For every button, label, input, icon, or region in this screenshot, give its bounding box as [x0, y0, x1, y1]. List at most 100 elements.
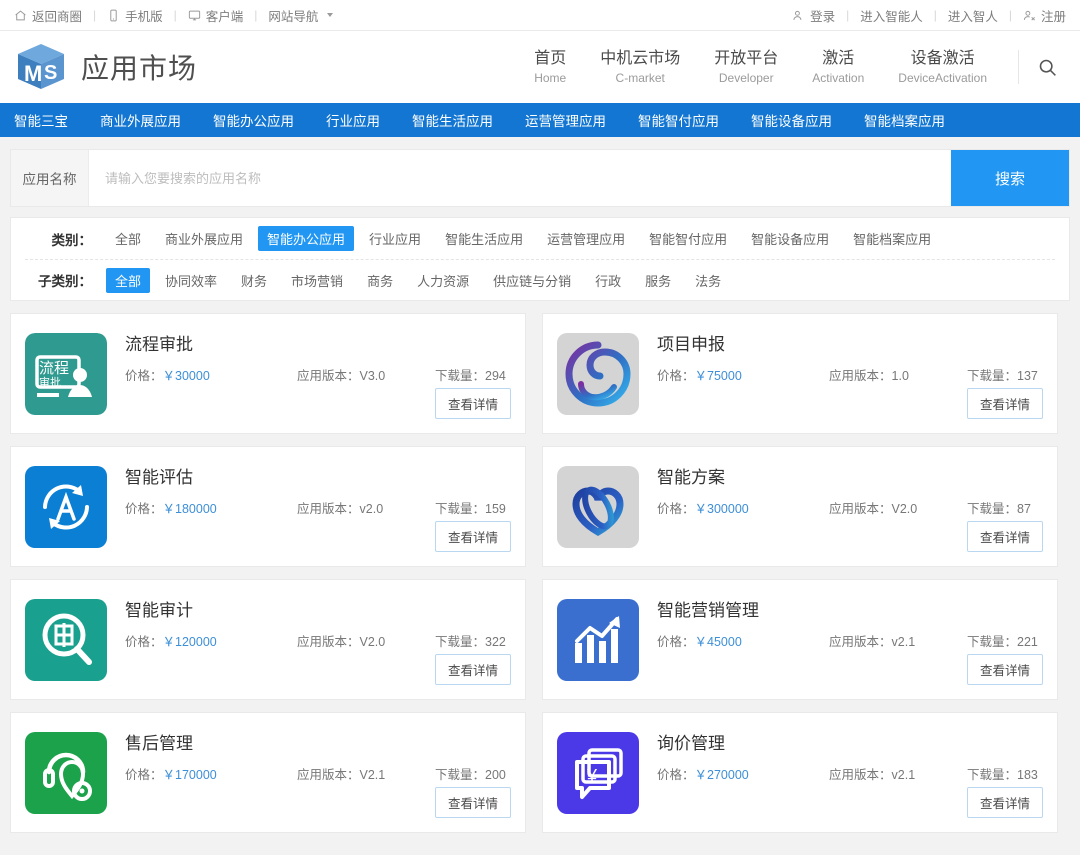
filter-opt-category-8[interactable]: 智能档案应用 — [844, 226, 940, 251]
enter-smart-person-link[interactable]: 进入智能人 — [860, 6, 923, 25]
filter-opt-subcategory-4[interactable]: 商务 — [358, 268, 402, 293]
filter-opt-category-5[interactable]: 运营管理应用 — [538, 226, 634, 251]
view-detail-button[interactable]: 查看详情 — [434, 521, 511, 552]
nav-item-c-market[interactable]: 中机云市场 C-market — [583, 48, 697, 87]
view-detail-button[interactable]: 查看详情 — [434, 654, 511, 685]
app-name: 售后管理 — [125, 734, 193, 753]
nav-label-en: Home — [534, 70, 567, 85]
catbar-item-7[interactable]: 智能设备应用 — [735, 110, 848, 130]
topbar-item-mobile[interactable]: 手机版 — [107, 6, 163, 25]
topbar-item-client[interactable]: 客户端 — [188, 6, 243, 25]
app-card[interactable]: 智能审计 价格：￥120000 应用版本：V2.0 下载量：322 查看详情 — [10, 579, 526, 700]
filter-opt-subcategory-2[interactable]: 财务 — [232, 268, 276, 293]
catbar-item-1[interactable]: 商业外展应用 — [84, 110, 197, 130]
view-detail-button[interactable]: 查看详情 — [966, 388, 1043, 419]
login-link[interactable]: 登录 — [792, 6, 835, 25]
search-field-label: 应用名称 — [11, 150, 89, 206]
app-card[interactable]: 智能评估 价格：￥180000 应用版本：v2.0 下载量：159 查看详情 — [10, 446, 526, 567]
price-label: 价格： — [125, 635, 163, 649]
nav-item-home[interactable]: 首页 Home — [517, 48, 583, 87]
app-card[interactable]: 智能方案 价格：￥300000 应用版本：V2.0 下载量：87 查看详情 — [542, 446, 1058, 567]
catbar-item-2[interactable]: 智能办公应用 — [197, 110, 310, 130]
app-card[interactable]: 智能营销管理 价格：￥45000 应用版本：v2.1 下载量：221 查看详情 — [542, 579, 1058, 700]
filter-opt-category-3[interactable]: 行业应用 — [360, 226, 430, 251]
filter-opt-subcategory-8[interactable]: 服务 — [636, 268, 680, 293]
search-input[interactable] — [89, 150, 951, 206]
catbar-item-5[interactable]: 运营管理应用 — [509, 110, 622, 130]
nav-label-cn: 中机云市场 — [600, 49, 681, 67]
topbar-item-return-business[interactable]: 返回商圈 — [14, 6, 82, 25]
topbar-item-label: 手机版 — [125, 9, 163, 24]
catbar-item-8[interactable]: 智能档案应用 — [848, 110, 961, 130]
filter-opt-category-6[interactable]: 智能智付应用 — [640, 226, 736, 251]
mobile-icon — [107, 9, 120, 22]
filter-opt-subcategory-5[interactable]: 人力资源 — [408, 268, 478, 293]
filter-options-category: 全部 商业外展应用 智能办公应用 行业应用 智能生活应用 运营管理应用 智能智付… — [103, 224, 943, 253]
top-utility-bar: 返回商圈 | 手机版 | 客户端 | 网站导航 登录 | 进入智能人 | 进入智… — [0, 0, 1080, 31]
price-value: 270000 — [707, 768, 749, 782]
app-price: 价格：￥180000 — [125, 498, 297, 517]
search-icon[interactable] — [1023, 57, 1066, 78]
nav-item-developer[interactable]: 开放平台 Developer — [697, 48, 795, 87]
topbar-item-label: 网站导航 — [268, 9, 319, 24]
app-name: 流程审批 — [125, 335, 193, 354]
version-label: 应用版本： — [829, 635, 892, 649]
price-value: 120000 — [175, 635, 217, 649]
filter-opt-subcategory-0[interactable]: 全部 — [106, 267, 151, 293]
currency-symbol: ￥ — [162, 768, 176, 782]
view-detail-button[interactable]: 查看详情 — [966, 521, 1043, 552]
nav-item-activation[interactable]: 激活 Activation — [795, 48, 881, 87]
app-card[interactable]: ¥ 询价管理 价格：￥270000 应用版本：v2.1 下载量：183 查看详情 — [542, 712, 1058, 833]
filter-opt-category-4[interactable]: 智能生活应用 — [436, 226, 532, 251]
catbar-item-3[interactable]: 行业应用 — [310, 110, 396, 130]
topbar-item-site-nav[interactable]: 网站导航 — [268, 6, 334, 25]
nav-label-en: Activation — [812, 70, 865, 85]
price-label: 价格： — [657, 502, 695, 516]
search-button[interactable]: 搜索 — [951, 150, 1069, 206]
nav-item-device-activation[interactable]: 设备激活 DeviceActivation — [881, 48, 1004, 87]
app-downloads: 下载量：200 — [435, 764, 506, 783]
app-version: 应用版本：v2.0 — [297, 498, 435, 517]
app-card[interactable]: 售后管理 价格：￥170000 应用版本：V2.1 下载量：200 查看详情 — [10, 712, 526, 833]
app-card[interactable]: 项目申报 价格：￥75000 应用版本：1.0 下载量：137 查看详情 — [542, 313, 1058, 434]
catbar-item-4[interactable]: 智能生活应用 — [396, 110, 509, 130]
app-name: 智能方案 — [657, 468, 725, 487]
topbar-separator: | — [173, 8, 177, 22]
version-value: V2.0 — [359, 635, 386, 649]
enter-zhiren-link[interactable]: 进入智人 — [948, 6, 998, 25]
process-approval-icon: 流程 审批 — [25, 333, 107, 415]
view-detail-button[interactable]: 查看详情 — [434, 787, 511, 818]
filter-opt-subcategory-3[interactable]: 市场营销 — [282, 268, 352, 293]
filter-opt-category-2[interactable]: 智能办公应用 — [258, 226, 355, 251]
price-value: 45000 — [707, 635, 742, 649]
app-version: 应用版本：1.0 — [829, 365, 967, 384]
svg-text:S: S — [44, 62, 57, 84]
price-label: 价格： — [657, 369, 695, 383]
app-meta: 价格：￥180000 应用版本：v2.0 下载量：159 — [125, 498, 511, 517]
filter-opt-subcategory-1[interactable]: 协同效率 — [156, 268, 226, 293]
currency-symbol: ￥ — [162, 502, 176, 516]
filter-opt-subcategory-9[interactable]: 法务 — [686, 268, 730, 293]
downloads-label: 下载量： — [967, 369, 1018, 383]
price-label: 价格： — [657, 768, 695, 782]
filter-opt-category-7[interactable]: 智能设备应用 — [742, 226, 838, 251]
register-link[interactable]: 注册 — [1023, 6, 1066, 25]
filter-opt-category-1[interactable]: 商业外展应用 — [156, 226, 252, 251]
currency-symbol: ￥ — [162, 369, 176, 383]
filter-opt-subcategory-7[interactable]: 行政 — [586, 268, 630, 293]
view-detail-button[interactable]: 查看详情 — [966, 787, 1043, 818]
brand[interactable]: M S 应用市场 — [14, 41, 197, 93]
currency-symbol: ￥ — [162, 635, 176, 649]
catbar-item-6[interactable]: 智能智付应用 — [622, 110, 735, 130]
downloads-label: 下载量： — [967, 768, 1018, 782]
topbar-separator: | — [1008, 8, 1012, 22]
app-card[interactable]: 流程 审批 流程审批 价格：￥30000 应用版本：V3.0 下载量：294 查… — [10, 313, 526, 434]
site-header: M S 应用市场 首页 Home 中机云市场 C-market 开放平台 Dev… — [0, 31, 1080, 103]
view-detail-button[interactable]: 查看详情 — [966, 654, 1043, 685]
catbar-item-0[interactable]: 智能三宝 — [14, 110, 84, 130]
smart-marketing-chart-icon — [557, 599, 639, 681]
view-detail-button[interactable]: 查看详情 — [434, 388, 511, 419]
filter-opt-subcategory-6[interactable]: 供应链与分销 — [484, 268, 580, 293]
downloads-value: 159 — [485, 502, 506, 516]
filter-opt-category-0[interactable]: 全部 — [106, 226, 150, 251]
